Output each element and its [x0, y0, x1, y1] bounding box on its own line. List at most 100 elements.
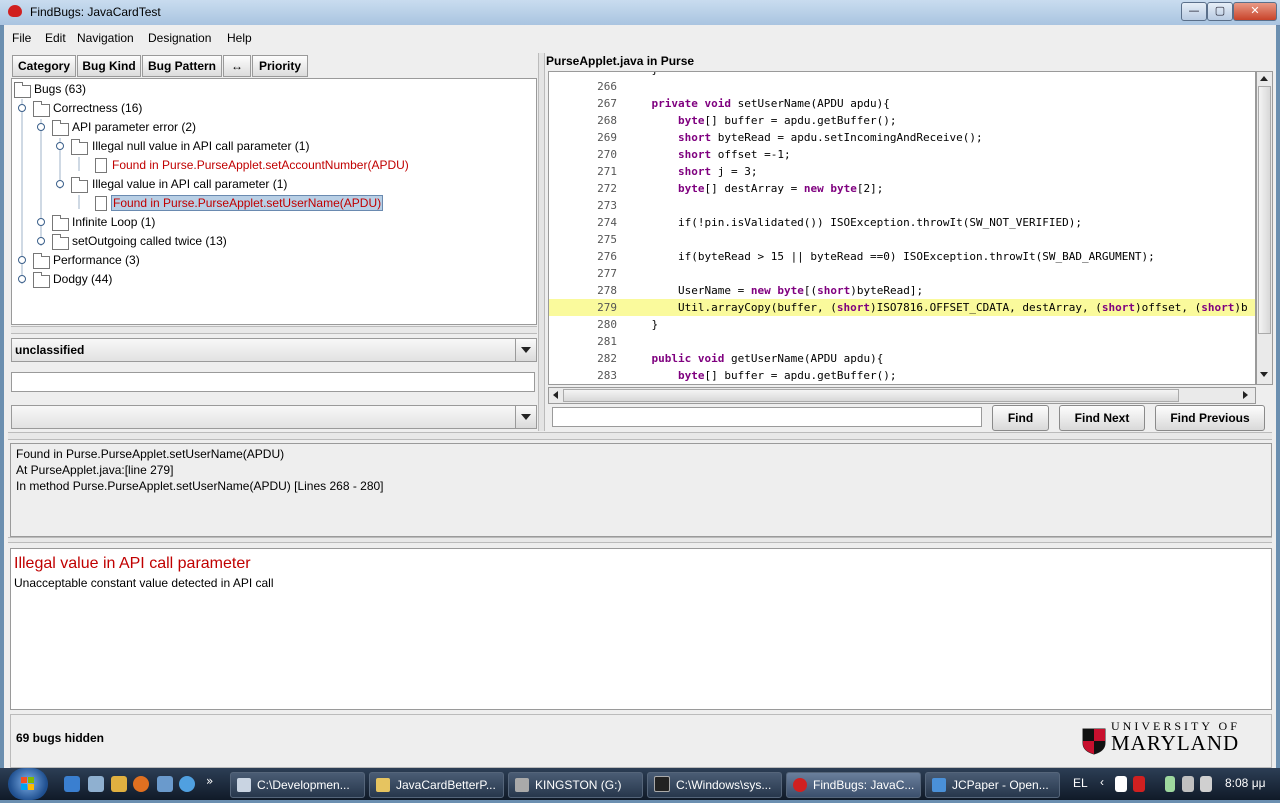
- swap-arrows-icon[interactable]: ↔: [223, 55, 251, 77]
- network-icon[interactable]: [1182, 776, 1194, 792]
- find-button[interactable]: Find: [992, 405, 1049, 431]
- bugs-hidden-label: 69 bugs hidden: [16, 731, 105, 745]
- line-number: 281: [597, 335, 617, 348]
- expand-toggle-icon[interactable]: [56, 180, 64, 188]
- expand-toggle-icon[interactable]: [18, 256, 26, 264]
- tray-expand-icon[interactable]: ‹: [1100, 775, 1104, 789]
- tree-node-set-outgoing-twice[interactable]: setOutgoing called twice (13): [72, 234, 227, 248]
- source-code-view[interactable]: } 266 267 private void setUserName(APDU ap…: [548, 71, 1256, 385]
- expand-toggle-icon[interactable]: [56, 142, 64, 150]
- tree-node-illegal-null-value[interactable]: Illegal null value in API call parameter…: [92, 139, 309, 153]
- comment-history-dropdown[interactable]: [11, 405, 537, 429]
- quicklaunch-more-icon[interactable]: »: [206, 774, 213, 788]
- bug-tree[interactable]: Bugs (63) Correctness (16) API parameter…: [11, 78, 537, 325]
- expand-toggle-icon[interactable]: [18, 275, 26, 283]
- find-input[interactable]: [552, 407, 982, 427]
- code-line-text: if(byteRead > 15 || byteRead ==0) ISOExc…: [625, 250, 1155, 263]
- firefox-icon[interactable]: [133, 776, 149, 792]
- split-pane-divider[interactable]: [11, 326, 537, 334]
- ie-quicklaunch-icon[interactable]: [64, 776, 80, 792]
- menu-navigation[interactable]: Navigation: [77, 31, 134, 45]
- monitor-icon[interactable]: [157, 776, 173, 792]
- scroll-right-icon[interactable]: [1243, 391, 1248, 399]
- code-line-text: short offset =-1;: [677, 148, 791, 161]
- tray-pdf-icon[interactable]: [1133, 776, 1145, 792]
- tree-node-api-parameter-error[interactable]: API parameter error (2): [72, 120, 196, 134]
- search-quicklaunch-icon[interactable]: [179, 776, 195, 792]
- scroll-up-icon[interactable]: [1260, 76, 1268, 81]
- chevron-down-icon[interactable]: [515, 406, 536, 428]
- clock[interactable]: 8:08 μμ: [1225, 776, 1266, 790]
- line-number: 274: [597, 216, 617, 229]
- menu-file[interactable]: File: [12, 31, 31, 45]
- sort-tab-category[interactable]: Category: [12, 55, 76, 77]
- chevron-down-icon[interactable]: [515, 339, 536, 361]
- close-button[interactable]: ✕: [1233, 2, 1277, 21]
- line-number: 273: [597, 199, 617, 212]
- designation-dropdown[interactable]: unclassified: [11, 338, 537, 362]
- designation-comment-field[interactable]: [11, 372, 535, 392]
- minimize-button[interactable]: —: [1181, 2, 1207, 21]
- maximize-button[interactable]: ▢: [1207, 2, 1233, 21]
- scroll-left-icon[interactable]: [553, 391, 558, 399]
- task-label: JCPaper - Open...: [952, 778, 1049, 792]
- sort-tab-bug-pattern[interactable]: Bug Pattern: [142, 55, 222, 77]
- language-indicator[interactable]: EL: [1073, 776, 1088, 790]
- menu-edit[interactable]: Edit: [45, 31, 66, 45]
- quicklaunch-tool-icon[interactable]: [111, 776, 127, 792]
- tree-node-performance[interactable]: Performance (3): [53, 253, 140, 267]
- code-line: 277: [549, 265, 1255, 282]
- code-horizontal-scrollbar[interactable]: [548, 387, 1256, 404]
- code-vertical-scrollbar[interactable]: [1256, 71, 1273, 385]
- summary-details-divider[interactable]: [8, 537, 1272, 543]
- horizontal-split-divider[interactable]: [8, 432, 1272, 440]
- line-number: 279: [597, 301, 617, 314]
- summary-method[interactable]: In method Purse.PurseApplet.setUserName(…: [16, 479, 384, 493]
- vertical-split-divider[interactable]: [538, 53, 545, 431]
- battery-icon[interactable]: [1165, 776, 1175, 792]
- tree-node-correctness[interactable]: Correctness (16): [53, 101, 142, 115]
- line-number: 282: [597, 352, 617, 365]
- show-desktop-icon[interactable]: [88, 776, 104, 792]
- tree-leaf-found-set-account-number[interactable]: Found in Purse.PurseApplet.setAccountNum…: [112, 158, 409, 172]
- designation-selected-value: unclassified: [15, 343, 85, 357]
- taskbar-item-javacard-folder[interactable]: JavaCardBetterP...: [369, 772, 504, 798]
- start-button[interactable]: [8, 768, 48, 800]
- tree-node-bugs[interactable]: Bugs (63): [34, 82, 86, 96]
- taskbar-item-cmd[interactable]: C:\Windows\sys...: [647, 772, 782, 798]
- folder-icon: [33, 253, 50, 269]
- tree-leaf-found-set-user-name[interactable]: Found in Purse.PurseApplet.setUserName(A…: [111, 195, 384, 211]
- tree-node-illegal-value[interactable]: Illegal value in API call parameter (1): [92, 177, 287, 191]
- find-next-button[interactable]: Find Next: [1059, 405, 1145, 431]
- scroll-down-icon[interactable]: [1260, 372, 1268, 377]
- tree-node-infinite-loop[interactable]: Infinite Loop (1): [72, 215, 155, 229]
- find-previous-button[interactable]: Find Previous: [1155, 405, 1265, 431]
- expand-toggle-icon[interactable]: [37, 123, 45, 131]
- code-line-text: }: [625, 72, 658, 78]
- menu-designation[interactable]: Designation: [148, 31, 211, 45]
- code-line: 268 byte[] buffer = apdu.getBuffer();: [549, 112, 1255, 129]
- taskbar-item-jcpaper[interactable]: JCPaper - Open...: [925, 772, 1060, 798]
- sort-tab-priority[interactable]: Priority: [252, 55, 308, 77]
- taskbar-item-findbugs[interactable]: FindBugs: JavaC...: [786, 772, 921, 798]
- expand-toggle-icon[interactable]: [18, 104, 26, 112]
- line-number: 266: [597, 80, 617, 93]
- tray-app-icon[interactable]: [1115, 776, 1127, 792]
- scroll-thumb[interactable]: [1258, 86, 1271, 334]
- tree-node-dodgy[interactable]: Dodgy (44): [53, 272, 112, 286]
- code-line: 273: [549, 197, 1255, 214]
- summary-source-line[interactable]: At PurseApplet.java:[line 279]: [16, 463, 173, 477]
- expand-toggle-icon[interactable]: [37, 218, 45, 226]
- folder-icon: [52, 215, 69, 231]
- summary-found-in: Found in Purse.PurseApplet.setUserName(A…: [16, 447, 285, 461]
- sort-tab-bug-kind[interactable]: Bug Kind: [77, 55, 141, 77]
- menu-help[interactable]: Help: [227, 31, 252, 45]
- expand-toggle-icon[interactable]: [37, 237, 45, 245]
- volume-icon[interactable]: [1200, 776, 1212, 792]
- scroll-thumb[interactable]: [563, 389, 1179, 402]
- taskbar-item-kingston[interactable]: KINGSTON (G:): [508, 772, 643, 798]
- taskbar-item-development[interactable]: C:\Developmen...: [230, 772, 365, 798]
- code-line: 269 short byteRead = apdu.setIncomingAnd…: [549, 129, 1255, 146]
- code-line: 275: [549, 231, 1255, 248]
- title-bar[interactable]: FindBugs: JavaCardTest — ▢ ✕: [0, 0, 1280, 26]
